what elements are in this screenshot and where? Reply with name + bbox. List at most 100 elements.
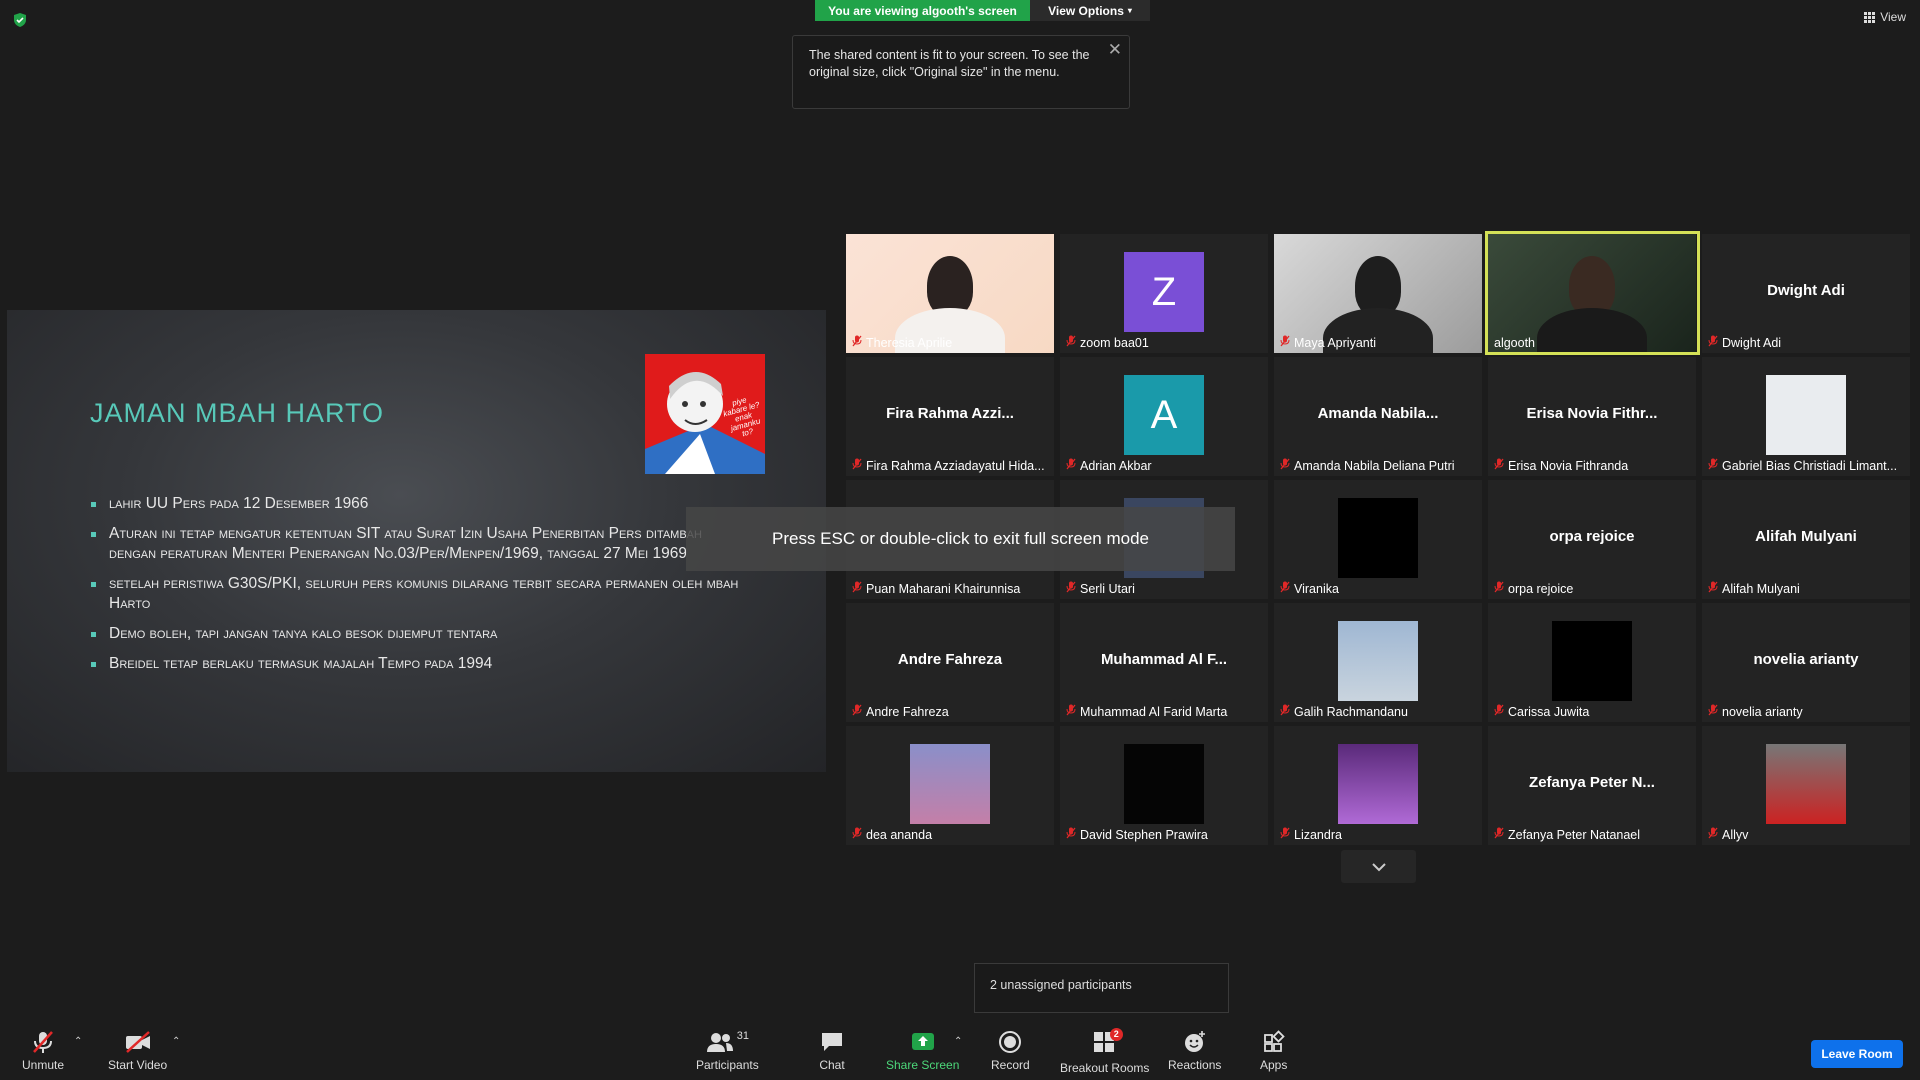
participant-tile[interactable]: novelia arianty novelia arianty: [1702, 603, 1910, 722]
participant-name: zoom baa01: [1066, 335, 1149, 350]
participant-display-name: Muhammad Al F...: [1100, 651, 1228, 668]
video-off-icon: [125, 1031, 150, 1053]
security-shield-icon[interactable]: [12, 12, 28, 28]
participant-tile[interactable]: David Stephen Prawira: [1060, 726, 1268, 845]
smiley-icon: [1184, 1031, 1205, 1052]
share-options-caret-icon[interactable]: ⌃: [954, 1036, 962, 1047]
view-label: View: [1880, 10, 1906, 24]
close-icon[interactable]: ✕: [1108, 41, 1122, 58]
participant-tile[interactable]: Viranika: [1274, 480, 1482, 599]
muted-mic-icon: [1494, 704, 1504, 719]
reactions-button[interactable]: Reactions: [1168, 1030, 1221, 1072]
participant-name: David Stephen Prawira: [1066, 827, 1208, 842]
muted-mic-icon: [1280, 827, 1290, 842]
participant-name-label: Muhammad Al Farid Marta: [1080, 704, 1228, 719]
audio-options-caret-icon[interactable]: ⌃: [74, 1036, 82, 1047]
participant-tile[interactable]: Maya Apriyanti: [1274, 234, 1482, 353]
participant-name: Adrian Akbar: [1066, 458, 1152, 473]
participant-name: Andre Fahreza: [852, 704, 949, 719]
participant-tile[interactable]: Lizandra: [1274, 726, 1482, 845]
fullscreen-exit-message: Press ESC or double-click to exit full s…: [686, 507, 1235, 571]
view-options-label: View Options: [1048, 3, 1124, 18]
participant-name: Puan Maharani Khairunnisa: [852, 581, 1020, 596]
participant-tile[interactable]: Zefanya Peter N... Zefanya Peter Natanael: [1488, 726, 1696, 845]
participant-name: Muhammad Al Farid Marta: [1066, 704, 1227, 719]
video-options-caret-icon[interactable]: ⌃: [172, 1036, 180, 1047]
participant-tile[interactable]: Amanda Nabila... Amanda Nabila Deliana Pu…: [1274, 357, 1482, 476]
participant-tile[interactable]: Theresia Aprilie: [846, 234, 1054, 353]
participant-name-label: Puan Maharani Khairunnisa: [866, 581, 1021, 596]
chat-label: Chat: [819, 1058, 845, 1072]
participants-button[interactable]: 31 Participants: [696, 1030, 759, 1072]
participant-name-label: Fira Rahma Azziadayatul Hida...: [866, 458, 1045, 473]
record-button[interactable]: Record: [991, 1030, 1030, 1072]
leave-room-button[interactable]: Leave Room: [1811, 1040, 1903, 1068]
participant-tile[interactable]: Dwight Adi Dwight Adi: [1702, 234, 1910, 353]
participant-display-name: Erisa Novia Fithr...: [1526, 405, 1658, 422]
avatar-photo: [1338, 621, 1418, 701]
muted-mic-icon: [852, 581, 862, 596]
participant-tile[interactable]: Galih Rachmandanu: [1274, 603, 1482, 722]
next-page-button[interactable]: [1341, 850, 1416, 883]
muted-mic-icon: [1494, 581, 1504, 596]
participant-name: Erisa Novia Fithranda: [1494, 458, 1628, 473]
slide-bullet: setelah peristiwa G30S/PKI, seluruh pers…: [89, 574, 749, 614]
muted-mic-icon: [1066, 335, 1076, 350]
participant-display-name: novelia arianty: [1753, 651, 1859, 668]
participant-name-label: David Stephen Prawira: [1080, 827, 1208, 842]
muted-mic-icon: [1066, 827, 1076, 842]
participant-tile[interactable]: orpa rejoice orpa rejoice: [1488, 480, 1696, 599]
apps-label: Apps: [1260, 1058, 1288, 1072]
participant-name: Galih Rachmandanu: [1280, 704, 1408, 719]
apps-icon: [1263, 1030, 1285, 1052]
slide-bullet: Aturan ini tetap mengatur ketentuan SIT …: [89, 524, 749, 564]
participant-name-label: Carissa Juwita: [1508, 704, 1590, 719]
muted-mic-icon: [1708, 827, 1718, 842]
participant-name-label: Adrian Akbar: [1080, 458, 1152, 473]
muted-mic-icon: [1280, 335, 1290, 350]
participant-name: Theresia Aprilie: [852, 335, 952, 350]
chevron-down-icon: [1371, 862, 1386, 871]
breakout-rooms-button[interactable]: 2 Breakout Rooms: [1060, 1028, 1149, 1075]
participant-tile[interactable]: Alifah Mulyani Alifah Mulyani: [1702, 480, 1910, 599]
apps-button[interactable]: Apps: [1260, 1030, 1287, 1072]
share-screen-button[interactable]: Share Screen: [886, 1030, 959, 1072]
unassigned-participants-popup[interactable]: 2 unassigned participants: [974, 963, 1229, 1013]
participant-tile[interactable]: Andre Fahreza Andre Fahreza: [846, 603, 1054, 722]
participant-tile[interactable]: Erisa Novia Fithr... Erisa Novia Fithrand…: [1488, 357, 1696, 476]
slide-bullet: lahir UU Pers pada 12 Desember 1966: [89, 494, 749, 514]
start-video-button[interactable]: Start Video: [108, 1030, 167, 1072]
participant-name-label: Erisa Novia Fithranda: [1508, 458, 1629, 473]
participant-name-label: dea ananda: [866, 827, 933, 842]
participant-name: Maya Apriyanti: [1280, 335, 1376, 350]
participant-tile[interactable]: Allyv: [1702, 726, 1910, 845]
participant-name-label: zoom baa01: [1080, 335, 1149, 350]
muted-mic-icon: [1708, 704, 1718, 719]
participant-tile[interactable]: Gabriel Bias Christiadi Limant...: [1702, 357, 1910, 476]
participant-tile[interactable]: A Adrian Akbar: [1060, 357, 1268, 476]
view-options-button[interactable]: View Options ▾: [1030, 0, 1150, 21]
participant-tile[interactable]: Carissa Juwita: [1488, 603, 1696, 722]
participants-label: Participants: [696, 1058, 759, 1072]
chat-button[interactable]: Chat: [819, 1030, 845, 1072]
muted-mic-icon: [1494, 458, 1504, 473]
participant-name-label: Galih Rachmandanu: [1294, 704, 1408, 719]
participant-tile[interactable]: Muhammad Al F... Muhammad Al Farid Marta: [1060, 603, 1268, 722]
unmute-button[interactable]: Unmute: [22, 1030, 64, 1072]
record-label: Record: [991, 1058, 1030, 1072]
participant-tile[interactable]: dea ananda: [846, 726, 1054, 845]
share-screen-icon: [911, 1033, 934, 1050]
avatar-photo: [1338, 498, 1418, 578]
unmute-label: Unmute: [22, 1058, 65, 1072]
participant-name: orpa rejoice: [1494, 581, 1573, 596]
avatar-photo: [1124, 744, 1204, 824]
participant-tile[interactable]: Fira Rahma Azzi... Fira Rahma Azziadayatu…: [846, 357, 1054, 476]
participant-tile[interactable]: Zzoom baa01: [1060, 234, 1268, 353]
slide-title: JAMAN MBAH HARTO: [90, 398, 385, 428]
view-button[interactable]: View: [1864, 10, 1906, 24]
fit-screen-tooltip: The shared content is fit to your screen…: [792, 35, 1130, 109]
participant-name-label: orpa rejoice: [1508, 581, 1574, 596]
muted-mic-icon: [1708, 458, 1718, 473]
participant-display-name: Fira Rahma Azzi...: [886, 405, 1014, 422]
participant-name-label: Lizandra: [1294, 827, 1342, 842]
